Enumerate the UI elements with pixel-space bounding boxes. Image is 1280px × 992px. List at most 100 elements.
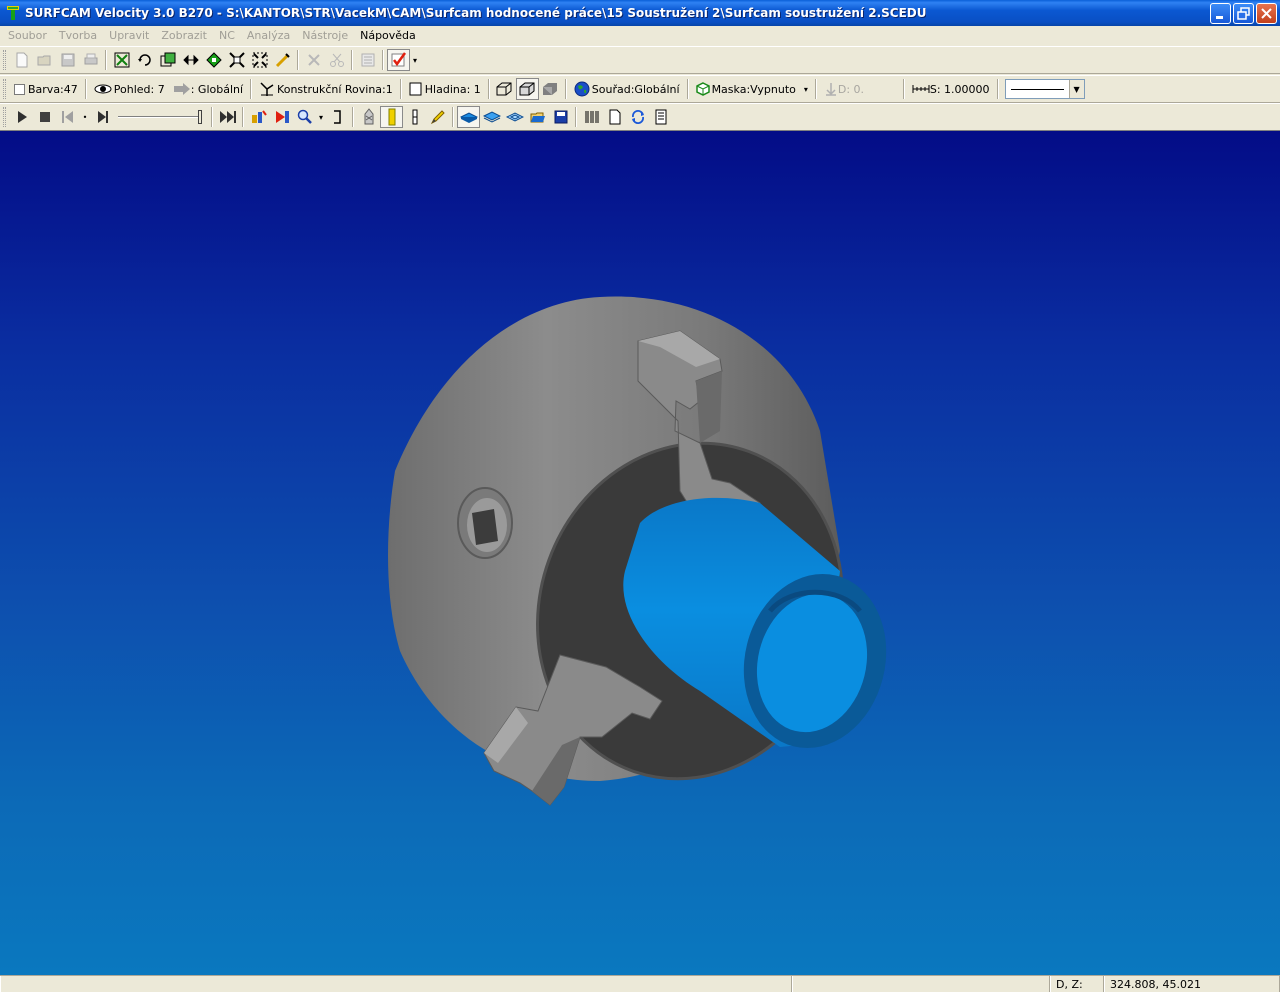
wireframe-icon[interactable] bbox=[493, 78, 516, 100]
layer-selector[interactable]: Hladina: 1 bbox=[405, 78, 485, 100]
tool-holder-icon[interactable] bbox=[380, 106, 403, 128]
menu-soubor[interactable]: Soubor bbox=[2, 29, 53, 42]
cplane-selector[interactable]: Konstrukční Rovina:1 bbox=[255, 78, 397, 100]
document-icon[interactable] bbox=[603, 106, 626, 128]
menu-analyza[interactable]: Analýza bbox=[241, 29, 296, 42]
graphics-viewport[interactable] bbox=[0, 131, 1280, 975]
layer-stock-icon[interactable] bbox=[480, 106, 503, 128]
view-label: Pohled: 7 bbox=[113, 82, 165, 96]
cs-selector[interactable]: : Globální bbox=[169, 78, 247, 100]
cs-label: : Globální bbox=[190, 82, 244, 96]
bracket-icon[interactable] bbox=[326, 106, 349, 128]
menu-zobrazit[interactable]: Zobrazit bbox=[155, 29, 213, 42]
step-end-icon[interactable] bbox=[91, 106, 114, 128]
save-stock-icon[interactable] bbox=[549, 106, 572, 128]
stop-icon[interactable] bbox=[33, 106, 56, 128]
mask-label: Maska:Vypnuto bbox=[711, 82, 796, 96]
toolpath-icon[interactable] bbox=[247, 106, 270, 128]
outline-stock-icon[interactable] bbox=[503, 106, 526, 128]
arrow-right-icon bbox=[173, 83, 190, 95]
coords-label: Souřad:Globální bbox=[591, 82, 680, 96]
coord-value: 324.808, 45.021 bbox=[1104, 976, 1280, 992]
eye-icon bbox=[94, 84, 112, 94]
zoom-fit-icon[interactable] bbox=[110, 49, 133, 71]
surfcam-app-icon[interactable] bbox=[5, 5, 21, 21]
center-icon[interactable] bbox=[202, 49, 225, 71]
menu-upravit[interactable]: Upravit bbox=[103, 29, 155, 42]
model-view bbox=[388, 296, 887, 806]
refresh-icon[interactable] bbox=[626, 106, 649, 128]
status-bar: D, Z: 324.808, 45.021 bbox=[0, 975, 1280, 992]
scale-label: S: 1.00000 bbox=[929, 82, 990, 96]
mask-selector[interactable]: Maska:Vypnuto ▾ bbox=[692, 78, 812, 100]
title-bar: SURFCAM Velocity 3.0 B270 - S:\KANTOR\ST… bbox=[0, 0, 1280, 26]
zoom-in-icon[interactable] bbox=[225, 49, 248, 71]
play-icon[interactable] bbox=[10, 106, 33, 128]
properties-icon[interactable] bbox=[356, 49, 379, 71]
chevron-down-icon[interactable]: ▼ bbox=[1068, 80, 1084, 98]
redraw-icon[interactable] bbox=[271, 49, 294, 71]
layer-icon bbox=[409, 82, 422, 96]
view-selector[interactable]: Pohled: 7 bbox=[90, 78, 169, 100]
status-empty-pane bbox=[792, 976, 1050, 992]
slider-thumb[interactable] bbox=[198, 110, 202, 124]
layer-label: Hladina: 1 bbox=[424, 82, 481, 96]
pencil-icon[interactable] bbox=[426, 106, 449, 128]
delete-icon[interactable] bbox=[302, 49, 325, 71]
window-zoom-icon[interactable] bbox=[156, 49, 179, 71]
menu-nastroje[interactable]: Nástroje bbox=[296, 29, 354, 42]
toolbar-grip[interactable] bbox=[3, 107, 6, 127]
depth-label: D: 0. bbox=[837, 82, 865, 96]
coord-mode-label: D, Z: bbox=[1050, 976, 1104, 992]
fast-forward-icon[interactable] bbox=[216, 106, 239, 128]
scissors-icon[interactable] bbox=[325, 49, 348, 71]
minimize-button[interactable] bbox=[1210, 3, 1231, 24]
mask-cube-icon bbox=[695, 82, 710, 96]
menu-tvorba[interactable]: Tvorba bbox=[53, 29, 103, 42]
menu-nc[interactable]: NC bbox=[213, 29, 241, 42]
magnifier-icon[interactable] bbox=[293, 106, 316, 128]
open-folder-icon[interactable] bbox=[33, 49, 56, 71]
scale-ruler-icon bbox=[912, 85, 930, 93]
tool-shank-icon[interactable] bbox=[403, 106, 426, 128]
standard-toolbar: ▾ bbox=[0, 46, 1280, 74]
animation-toolbar: • ▾ bbox=[0, 103, 1280, 131]
status-message-pane bbox=[0, 976, 792, 992]
depth-field[interactable]: D: 0. bbox=[820, 78, 900, 100]
save-icon[interactable] bbox=[56, 49, 79, 71]
coords-selector[interactable]: Souřad:Globální bbox=[570, 78, 684, 100]
close-button[interactable] bbox=[1256, 3, 1277, 24]
hidden-line-icon[interactable] bbox=[515, 78, 539, 100]
shaded-icon[interactable] bbox=[539, 78, 562, 100]
menu-napoveda[interactable]: Nápověda bbox=[354, 29, 422, 42]
print-icon[interactable] bbox=[79, 49, 102, 71]
open-stock-icon[interactable] bbox=[526, 106, 549, 128]
cplane-icon bbox=[260, 82, 274, 96]
step-dot-icon[interactable]: • bbox=[79, 106, 91, 128]
drill-tool-icon[interactable] bbox=[357, 106, 380, 128]
report-icon[interactable] bbox=[649, 106, 672, 128]
restore-button[interactable] bbox=[1233, 3, 1254, 24]
speed-slider[interactable] bbox=[118, 109, 204, 125]
new-file-icon[interactable] bbox=[10, 49, 33, 71]
magnifier-dropdown-arrow[interactable]: ▾ bbox=[316, 106, 326, 128]
scale-field[interactable]: S: 1.00000 bbox=[908, 78, 994, 100]
barcode-icon[interactable] bbox=[580, 106, 603, 128]
color-swatch bbox=[14, 83, 25, 95]
chuck-key-socket bbox=[457, 487, 513, 559]
mask-dropdown-arrow[interactable]: ▾ bbox=[804, 85, 808, 94]
check-dropdown-arrow[interactable]: ▾ bbox=[410, 49, 420, 71]
rewind-icon[interactable] bbox=[56, 106, 79, 128]
toolbar-grip[interactable] bbox=[3, 50, 6, 70]
line-style-dropdown[interactable]: ▼ bbox=[1004, 79, 1085, 99]
toolbar-grip[interactable] bbox=[3, 79, 6, 99]
rotate-view-icon[interactable] bbox=[133, 49, 156, 71]
line-style-preview bbox=[1010, 88, 1064, 90]
solid-stock-icon[interactable] bbox=[457, 106, 480, 128]
zoom-out-icon[interactable] bbox=[248, 49, 271, 71]
check-icon[interactable] bbox=[387, 49, 410, 71]
verify-icon[interactable] bbox=[270, 106, 293, 128]
color-selector[interactable]: Barva:47 bbox=[10, 78, 82, 100]
menu-bar: Soubor Tvorba Upravit Zobrazit NC Analýz… bbox=[0, 26, 1280, 45]
pan-icon[interactable] bbox=[179, 49, 202, 71]
